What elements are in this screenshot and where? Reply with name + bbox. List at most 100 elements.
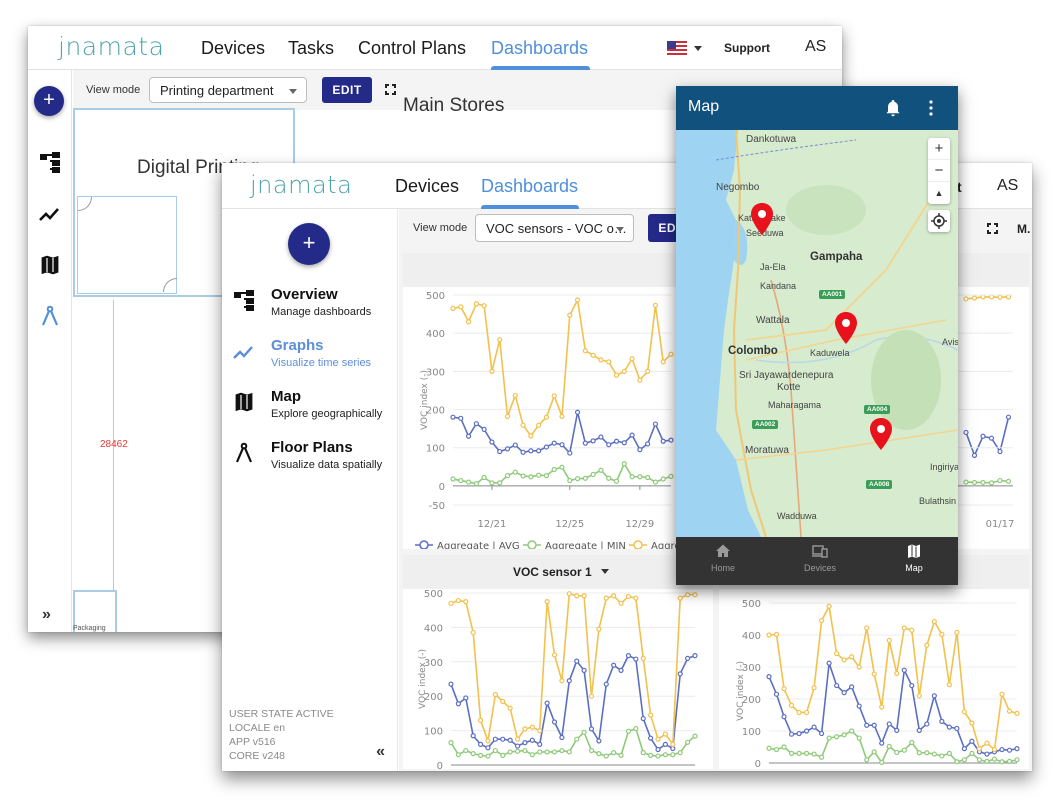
- data-point: [574, 297, 581, 303]
- data-point: [625, 653, 632, 659]
- data-point: [559, 442, 565, 448]
- map-place-label: Sri Jayawardenepura: [739, 370, 834, 381]
- add-fab-button[interactable]: +: [34, 86, 64, 116]
- data-point: [668, 351, 674, 357]
- y-tick-label: 400: [426, 329, 445, 340]
- map-marker-icon[interactable]: [868, 417, 894, 451]
- support-link[interactable]: Support: [724, 41, 770, 55]
- data-point: [856, 664, 862, 670]
- data-point: [504, 413, 511, 420]
- panel-header-sensor-1[interactable]: VOC sensor 1: [403, 555, 713, 589]
- user-initials[interactable]: AS: [997, 177, 1018, 195]
- logo[interactable]: jnamata: [58, 32, 164, 61]
- data-point: [485, 753, 491, 759]
- nav-item-graphs[interactable]: Graphs Visualize time series: [230, 337, 395, 381]
- data-point: [633, 595, 639, 601]
- data-point: [512, 469, 518, 475]
- data-point: [766, 673, 772, 680]
- nav-devices[interactable]: Devices: [201, 38, 265, 59]
- data-point: [894, 727, 900, 733]
- bottom-nav-home[interactable]: Home: [693, 543, 753, 573]
- data-point: [489, 368, 495, 374]
- nav-tasks[interactable]: Tasks: [288, 38, 334, 59]
- data-point: [463, 695, 469, 701]
- bell-icon[interactable]: [885, 99, 901, 117]
- us-flag-icon[interactable]: [667, 41, 687, 55]
- data-point: [645, 368, 651, 374]
- data-point: [969, 750, 975, 756]
- legend-marker: [527, 540, 537, 550]
- map-marker-icon[interactable]: [833, 311, 859, 345]
- data-point: [991, 746, 998, 753]
- data-point: [886, 637, 892, 644]
- y-tick-label: 100: [426, 444, 445, 455]
- bottom-nav-devices[interactable]: Devices: [790, 543, 850, 573]
- view-mode-select[interactable]: VOC sensors - VOC o…: [475, 214, 634, 242]
- zoom-out-button[interactable]: −: [928, 160, 950, 182]
- data-point: [458, 477, 464, 484]
- floor-plans-icon[interactable]: [38, 304, 62, 328]
- data-point: [489, 439, 495, 445]
- nav-item-subtitle: Explore geographically: [271, 408, 383, 420]
- expand-rail-button[interactable]: »: [42, 606, 51, 624]
- user-initials[interactable]: AS: [805, 38, 826, 56]
- legend-marker: [419, 540, 429, 550]
- data-point: [633, 725, 639, 732]
- data-point: [648, 735, 654, 741]
- compass-button[interactable]: ▲: [928, 182, 950, 204]
- data-point: [1005, 414, 1012, 420]
- fullscreen-icon[interactable]: [987, 223, 998, 234]
- data-point: [946, 681, 952, 688]
- fullscreen-icon[interactable]: [385, 84, 396, 95]
- chevron-down-icon[interactable]: [694, 46, 702, 51]
- data-point: [543, 414, 550, 420]
- data-point: [551, 393, 557, 399]
- nav-control-plans[interactable]: Control Plans: [358, 38, 466, 59]
- view-mode-select[interactable]: Printing department: [149, 77, 307, 103]
- data-point: [909, 739, 915, 746]
- series-line: [965, 416, 1010, 458]
- more-button[interactable]: M.: [1017, 222, 1030, 236]
- overview-icon[interactable]: [38, 150, 62, 174]
- map-place-label: Maharagama: [768, 400, 822, 410]
- nav-dashboards[interactable]: Dashboards: [491, 38, 588, 59]
- bottom-navigation: Home Devices Map: [676, 537, 958, 585]
- nav-item-overview[interactable]: Overview Manage dashboards: [230, 286, 395, 330]
- map-icon[interactable]: [38, 253, 62, 277]
- data-point: [514, 748, 521, 754]
- bottom-nav-map[interactable]: Map: [884, 543, 944, 573]
- zoom-in-button[interactable]: +: [928, 138, 950, 160]
- data-point: [637, 447, 643, 453]
- data-point: [551, 749, 558, 755]
- data-point: [954, 725, 960, 732]
- more-vert-icon[interactable]: [928, 100, 934, 116]
- data-point: [834, 734, 840, 740]
- map-marker-icon[interactable]: [749, 202, 775, 236]
- data-point: [559, 678, 565, 684]
- nav-item-map[interactable]: Map Explore geographically: [230, 388, 395, 432]
- status-core-version: CORE v248: [229, 750, 286, 762]
- locate-button[interactable]: [928, 210, 950, 232]
- series-line: [450, 654, 696, 751]
- logo[interactable]: jnamata: [250, 171, 352, 199]
- nav-item-floor-plans[interactable]: Floor Plans Visualize data spatially: [230, 439, 395, 483]
- data-point: [455, 752, 461, 758]
- add-dashboard-fab[interactable]: +: [288, 223, 330, 265]
- data-point: [621, 368, 627, 374]
- nav-devices[interactable]: Devices: [395, 176, 459, 197]
- data-point: [455, 701, 461, 707]
- data-point: [520, 422, 526, 428]
- voc-chart-sensor-1[interactable]: 5004003002001000VOC index (-): [403, 589, 713, 771]
- data-point: [668, 437, 674, 443]
- data-point: [781, 744, 787, 750]
- data-point: [529, 724, 535, 730]
- collapse-nav-button[interactable]: «: [376, 743, 385, 761]
- nav-dashboards[interactable]: Dashboards: [481, 176, 578, 197]
- edit-button[interactable]: EDIT: [322, 77, 372, 103]
- data-point: [566, 678, 572, 684]
- graphs-icon[interactable]: [38, 202, 62, 226]
- data-point: [924, 750, 930, 756]
- map-canvas[interactable]: Dankotuwa Negombo Katunayake Seeduwa Ja-…: [676, 130, 958, 537]
- voc-chart-sensor-2[interactable]: 5004003002001000-50VOC index (-): [719, 589, 1029, 770]
- data-point: [971, 452, 978, 458]
